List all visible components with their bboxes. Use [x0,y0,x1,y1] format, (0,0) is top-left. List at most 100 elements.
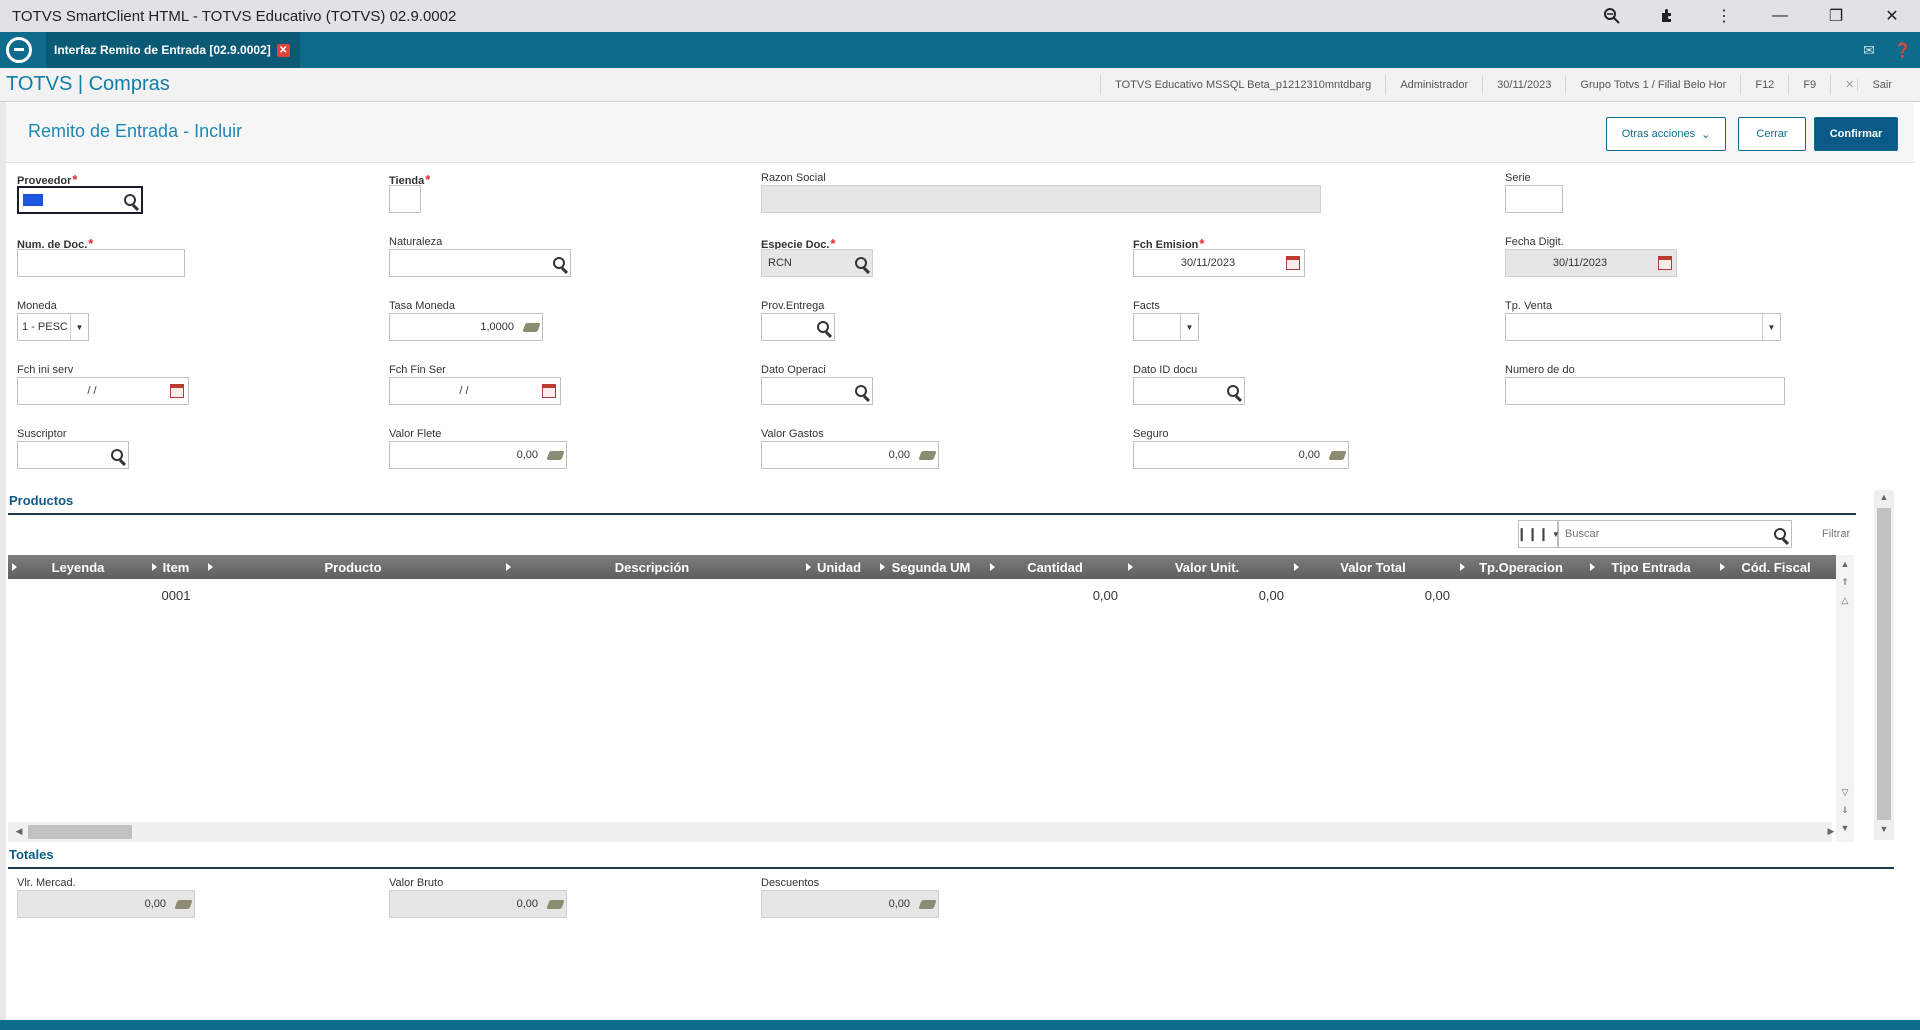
search-icon[interactable] [850,378,872,404]
dato-id-docu-field[interactable] [1133,377,1245,405]
tasa-moneda-field[interactable]: 1,0000 [389,313,543,341]
mail-icon[interactable]: ✉ [1852,42,1886,59]
environment-label[interactable]: TOTVS Educativo MSSQL Beta_p1212310mntdb… [1100,74,1385,95]
fch-ini-serv-field[interactable]: / / [17,377,189,405]
grid-vertical-scrollbar[interactable]: ▲ ⇑ △ ▽ ⇓ ▼ [1836,555,1854,842]
page-header: Remito de Entrada - Incluir Otras accion… [6,103,1914,163]
scroll-left-icon[interactable]: ◀ [10,826,28,837]
tienda-field[interactable] [389,185,421,213]
scroll-bottom-icon[interactable]: ▼ [1836,823,1854,833]
numero-de-do-field[interactable] [1505,377,1785,405]
f12-shortcut[interactable]: F12 [1740,74,1788,95]
left-edge [0,102,6,1020]
page-up-icon[interactable]: ⇑ [1836,577,1854,588]
close-button[interactable]: Cerrar [1738,117,1806,151]
scroll-down-icon[interactable]: ▽ [1836,787,1854,798]
f9-shortcut[interactable]: F9 [1788,74,1830,95]
help-icon[interactable]: ❓ [1886,42,1920,59]
money-icon [544,442,566,468]
valor-gastos-field[interactable]: 0,00 [761,441,939,469]
other-actions-button[interactable]: Otras acciones ⌄ [1606,117,1726,151]
column-header[interactable]: Leyenda [8,555,148,579]
page-down-icon[interactable]: ⇓ [1836,805,1854,816]
tp-venta-select[interactable]: ▼ [1505,313,1781,341]
tab-remito-entrada[interactable]: Interfaz Remito de Entrada [02.9.0002] ✕ [46,32,300,68]
column-header[interactable]: Cantidad [986,555,1124,579]
grid-header: Leyenda Item Producto Descripción Unidad… [8,555,1836,579]
form-vertical-scrollbar[interactable]: ▲ ▼ [1874,490,1894,840]
prov-entrega-field[interactable] [761,313,835,341]
bottom-border [0,1020,1920,1030]
fch-fin-ser-field[interactable]: / / [389,377,561,405]
column-header[interactable]: Item [148,555,204,579]
search-icon[interactable] [1222,378,1244,404]
user-label[interactable]: Administrador [1385,74,1482,95]
column-header[interactable]: Descripción [502,555,802,579]
valor-gastos-label: Valor Gastos [761,428,824,440]
filter-button[interactable]: Filtrar [1822,528,1850,540]
scroll-thumb[interactable] [28,825,132,839]
column-header[interactable]: Tp.Operacion [1456,555,1586,579]
prov-entrega-label: Prov.Entrega [761,300,825,312]
confirm-button[interactable]: Confirmar [1814,117,1898,151]
search-icon[interactable] [119,187,141,213]
chevron-down-icon[interactable]: ▼ [1762,314,1780,340]
valor-flete-field[interactable]: 0,00 [389,441,567,469]
calendar-icon[interactable] [538,378,560,404]
cell-item: 0001 [161,587,191,603]
search-icon[interactable] [1769,521,1791,547]
scroll-top-icon[interactable]: △ [1836,595,1854,606]
table-row[interactable]: 0001 0,00 0,00 0,00 [8,585,1836,605]
restore-icon[interactable]: ❐ [1808,0,1864,32]
moneda-select[interactable]: 1 - PESC ▼ [17,313,89,341]
cell-unidad [802,585,876,605]
proveedor-field[interactable] [17,186,143,214]
exit-button[interactable]: ✕ Sair [1830,74,1920,95]
suscriptor-field[interactable] [17,441,129,469]
num-doc-field[interactable] [17,249,185,277]
column-header[interactable]: Valor Total [1290,555,1456,579]
minimize-icon[interactable]: — [1752,0,1808,32]
fch-emision-field[interactable]: 30/11/2023 [1133,249,1305,277]
dato-operaci-field[interactable] [761,377,873,405]
search-icon[interactable] [548,250,570,276]
branch-label[interactable]: Grupo Totvs 1 / Filial Belo Hor [1565,74,1740,95]
scroll-thumb[interactable] [1877,508,1891,820]
calendar-icon[interactable] [166,378,188,404]
grid-search-input[interactable] [1559,528,1769,540]
money-icon [1326,442,1348,468]
search-icon[interactable] [812,314,834,340]
calendar-icon[interactable] [1654,250,1676,276]
scroll-up-icon[interactable]: ▲ [1875,492,1893,502]
seguro-field[interactable]: 0,00 [1133,441,1349,469]
column-header[interactable]: Segunda UM [876,555,986,579]
calendar-icon[interactable] [1282,250,1304,276]
grid-horizontal-scrollbar[interactable]: ◀ ▶ [8,822,1834,842]
tab-label: Interfaz Remito de Entrada [02.9.0002] [54,43,271,57]
chevron-down-icon[interactable]: ▼ [70,314,88,340]
scroll-up-icon[interactable]: ▲ [1836,559,1854,569]
grid-search[interactable] [1558,520,1792,548]
more-icon[interactable]: ⋮ [1696,0,1752,32]
close-icon[interactable]: ✕ [1864,0,1920,32]
facts-select[interactable]: ▼ [1133,313,1199,341]
close-tab-icon[interactable]: ✕ [276,43,290,57]
especie-doc-field[interactable]: RCN [761,249,873,277]
extensions-icon[interactable] [1640,0,1696,32]
valor-bruto-field: 0,00 [389,890,567,918]
columns-menu-button[interactable]: ❙❙❙ ▼ [1516,520,1560,548]
column-header[interactable]: Unidad [802,555,876,579]
column-header[interactable]: Cód. Fiscal [1716,555,1836,579]
productos-grid: Leyenda Item Producto Descripción Unidad… [8,555,1840,842]
date-label[interactable]: 30/11/2023 [1482,74,1565,95]
search-icon[interactable] [106,442,128,468]
column-header[interactable]: Valor Unit. [1124,555,1290,579]
serie-field[interactable] [1505,185,1563,213]
scroll-down-icon[interactable]: ▼ [1875,824,1893,834]
zoom-icon[interactable] [1584,0,1640,32]
search-icon[interactable] [850,250,872,276]
column-header[interactable]: Producto [204,555,502,579]
chevron-down-icon[interactable]: ▼ [1180,314,1198,340]
column-header[interactable]: Tipo Entrada [1586,555,1716,579]
naturaleza-field[interactable] [389,249,571,277]
